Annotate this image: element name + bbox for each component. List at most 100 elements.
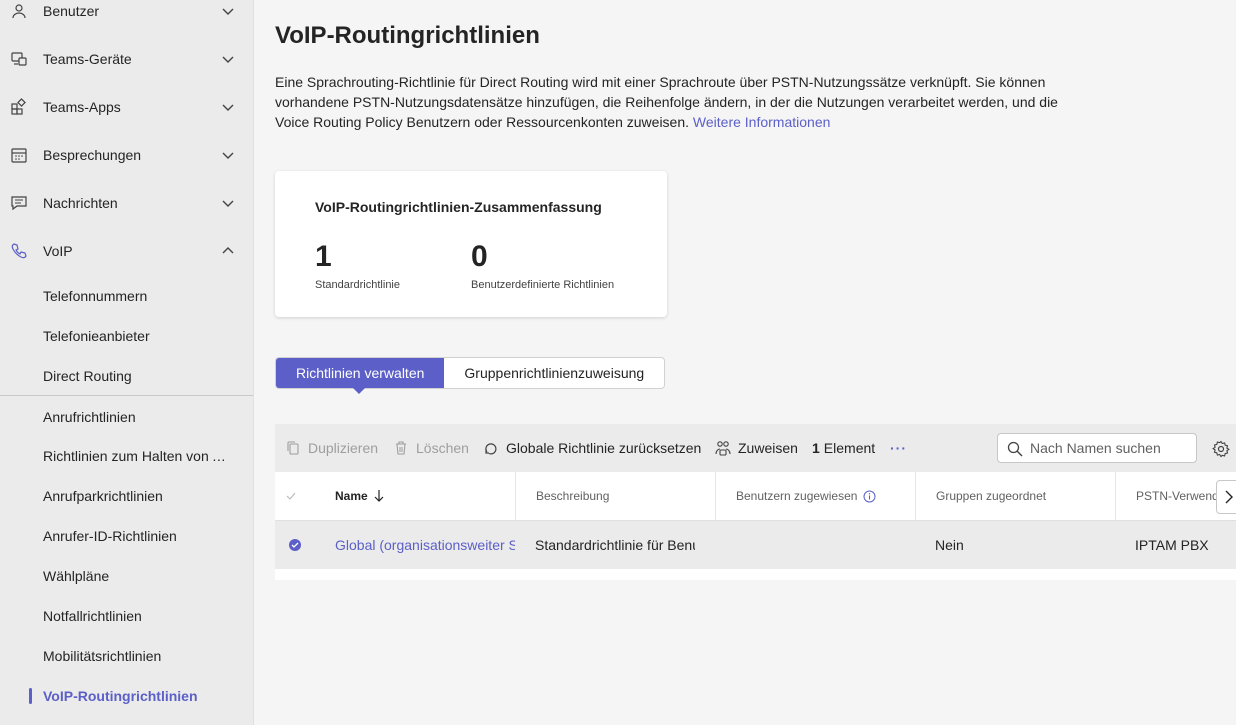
scroll-right-button[interactable]: [1216, 480, 1236, 514]
nav-group-label: Besprechungen: [43, 147, 142, 163]
chevron-down-icon: [222, 152, 234, 159]
assign-label: Zuweisen: [738, 440, 798, 456]
delete-label: Löschen: [416, 440, 469, 456]
left-navigation: Benutzer Teams-Geräte Teams-Apps Besprec…: [0, 0, 254, 725]
page-title: VoIP-Routingrichtlinien: [275, 22, 540, 49]
sidebar-item-label: Richtlinien zum Halten von Anrufen: [43, 448, 235, 464]
nav-divider: [0, 395, 253, 396]
sidebar-item-label: Anrufer-ID-Richtlinien: [43, 528, 177, 544]
duplicate-button[interactable]: Duplizieren: [285, 424, 378, 472]
calendar-icon: [11, 148, 27, 163]
table-footer: [275, 569, 1236, 580]
toolbar: Duplizieren Löschen Globale Richtlinie z…: [275, 424, 1236, 472]
nav-group-label: VoIP: [43, 243, 73, 259]
nav-group-nachrichten[interactable]: Nachrichten: [0, 179, 253, 227]
sidebar-item-anrufparkrichtlinien[interactable]: Anrufparkrichtlinien: [0, 478, 253, 514]
nav-group-besprechungen[interactable]: Besprechungen: [0, 131, 253, 179]
nav-group-label: Teams-Geräte: [43, 51, 132, 67]
custom-policy-stat: 0 Benutzerdefinierte Richtlinien: [471, 239, 614, 291]
tab-list: Richtlinien verwalten Gruppenrichtlinien…: [275, 357, 666, 394]
nav-group-voip[interactable]: VoIP: [0, 227, 253, 275]
column-header-groups[interactable]: Gruppen zugeordnet: [916, 472, 1116, 520]
info-icon[interactable]: [863, 490, 876, 503]
standard-policy-label: Standardrichtlinie: [315, 279, 400, 291]
chevron-right-icon: [1225, 490, 1233, 504]
standard-policy-stat: 1 Standardrichtlinie: [315, 239, 400, 291]
chevron-down-icon: [222, 8, 234, 15]
trash-icon: [396, 441, 406, 455]
learn-more-link[interactable]: Weitere Informationen: [693, 114, 830, 130]
nav-group-label: Teams-Apps: [43, 99, 121, 115]
table-header: Name Beschreibung Benutzern zugewiesen G…: [275, 472, 1236, 521]
main-content: VoIP-Routingrichtlinien Eine Sprachrouti…: [255, 0, 1236, 725]
column-header-description[interactable]: Beschreibung: [516, 472, 716, 520]
sidebar-item-halten-von-anrufen[interactable]: Richtlinien zum Halten von Anrufen: [0, 438, 253, 474]
summary-title: VoIP-Routingrichtlinien-Zusammenfassung: [315, 199, 602, 215]
users-icon: [12, 4, 26, 19]
sidebar-item-direct-routing[interactable]: Direct Routing: [0, 358, 253, 394]
sidebar-item-waehlplaene[interactable]: Wählpläne: [0, 558, 253, 594]
policy-name-link[interactable]: Global (organisationsweiter Standard): [335, 521, 515, 569]
policy-assigned-users: [735, 521, 915, 569]
chevron-down-icon: [222, 104, 234, 111]
apps-icon: [11, 98, 26, 115]
tab-pointer: [353, 388, 365, 394]
sidebar-item-label: Mobilitätsrichtlinien: [43, 648, 162, 664]
reset-icon: [485, 443, 497, 455]
checkmark-icon: [286, 492, 296, 500]
sidebar-item-anrufrichtlinien[interactable]: Anrufrichtlinien: [0, 399, 253, 435]
sort-down-icon: [374, 490, 384, 502]
column-header-assigned-users[interactable]: Benutzern zugewiesen: [716, 472, 916, 520]
message-icon: [11, 196, 27, 211]
sidebar-item-telefonieanbieter[interactable]: Telefonieanbieter: [0, 318, 253, 354]
tab-label: Richtlinien verwalten: [296, 365, 425, 381]
search-input[interactable]: [1030, 438, 1190, 458]
more-options-button[interactable]: ···: [890, 424, 907, 472]
chevron-down-icon: [222, 56, 234, 63]
sidebar-item-telefonnummern[interactable]: Telefonnummern: [0, 278, 253, 314]
chevron-down-icon: [222, 200, 234, 207]
sidebar-item-anrufer-id-richtlinien[interactable]: Anrufer-ID-Richtlinien: [0, 518, 253, 554]
summary-card: VoIP-Routingrichtlinien-Zusammenfassung …: [275, 171, 667, 317]
tab-label: Gruppenrichtlinienzuweisung: [464, 365, 645, 381]
chevron-up-icon: [222, 247, 234, 254]
tab-manage-policies[interactable]: Richtlinien verwalten: [276, 358, 445, 394]
column-label: Name: [335, 489, 368, 503]
custom-policy-count: 0: [471, 240, 488, 273]
row-checkbox[interactable]: [289, 521, 309, 569]
column-header-name[interactable]: Name: [315, 472, 516, 520]
delete-button[interactable]: Löschen: [393, 424, 469, 472]
tab-group-policy-assignment[interactable]: Gruppenrichtlinienzuweisung: [444, 358, 664, 388]
sidebar-item-label: Direct Routing: [43, 368, 132, 384]
select-all-checkbox[interactable]: [275, 472, 315, 520]
nav-group-teams-geraete[interactable]: Teams-Geräte: [0, 35, 253, 83]
nav-group-benutzer[interactable]: Benutzer: [0, 0, 253, 35]
more-icon: ···: [890, 440, 907, 456]
column-label: Benutzern zugewiesen: [736, 489, 858, 503]
active-indicator: [29, 688, 32, 704]
sidebar-item-notfallrichtlinien[interactable]: Notfallrichtlinien: [0, 598, 253, 634]
assign-users-icon: [715, 441, 731, 456]
search-box[interactable]: [997, 433, 1197, 463]
sidebar-item-label: Telefonieanbieter: [43, 328, 150, 344]
copy-icon: [287, 441, 299, 455]
gear-icon[interactable]: [1212, 440, 1230, 458]
assign-button[interactable]: Zuweisen: [715, 424, 798, 472]
reset-global-policy-button[interactable]: Globale Richtlinie zurücksetzen: [483, 424, 701, 472]
reset-label: Globale Richtlinie zurücksetzen: [506, 440, 702, 456]
search-icon: [1007, 441, 1023, 457]
sidebar-item-label: Anrufrichtlinien: [43, 409, 136, 425]
item-count: 1 Element: [812, 424, 875, 472]
checked-circle-icon: [289, 539, 301, 551]
policy-groups: Nein: [935, 537, 964, 553]
sidebar-item-mobilitaetsrichtlinien[interactable]: Mobilitätsrichtlinien: [0, 638, 253, 674]
page-description: Eine Sprachrouting-Richtlinie für Direct…: [275, 72, 1075, 132]
policy-description: Standardrichtlinie für Benutzer: [535, 537, 695, 553]
sidebar-item-label: Anrufparkrichtlinien: [43, 488, 163, 504]
custom-policy-label: Benutzerdefinierte Richtlinien: [471, 279, 615, 291]
nav-group-label: Nachrichten: [43, 195, 118, 211]
table-row[interactable]: Global (organisationsweiter Standard) St…: [275, 521, 1236, 569]
phone-icon: [11, 243, 27, 259]
nav-group-teams-apps[interactable]: Teams-Apps: [0, 83, 253, 131]
sidebar-item-voip-routingrichtlinien[interactable]: VoIP-Routingrichtlinien: [0, 678, 253, 714]
